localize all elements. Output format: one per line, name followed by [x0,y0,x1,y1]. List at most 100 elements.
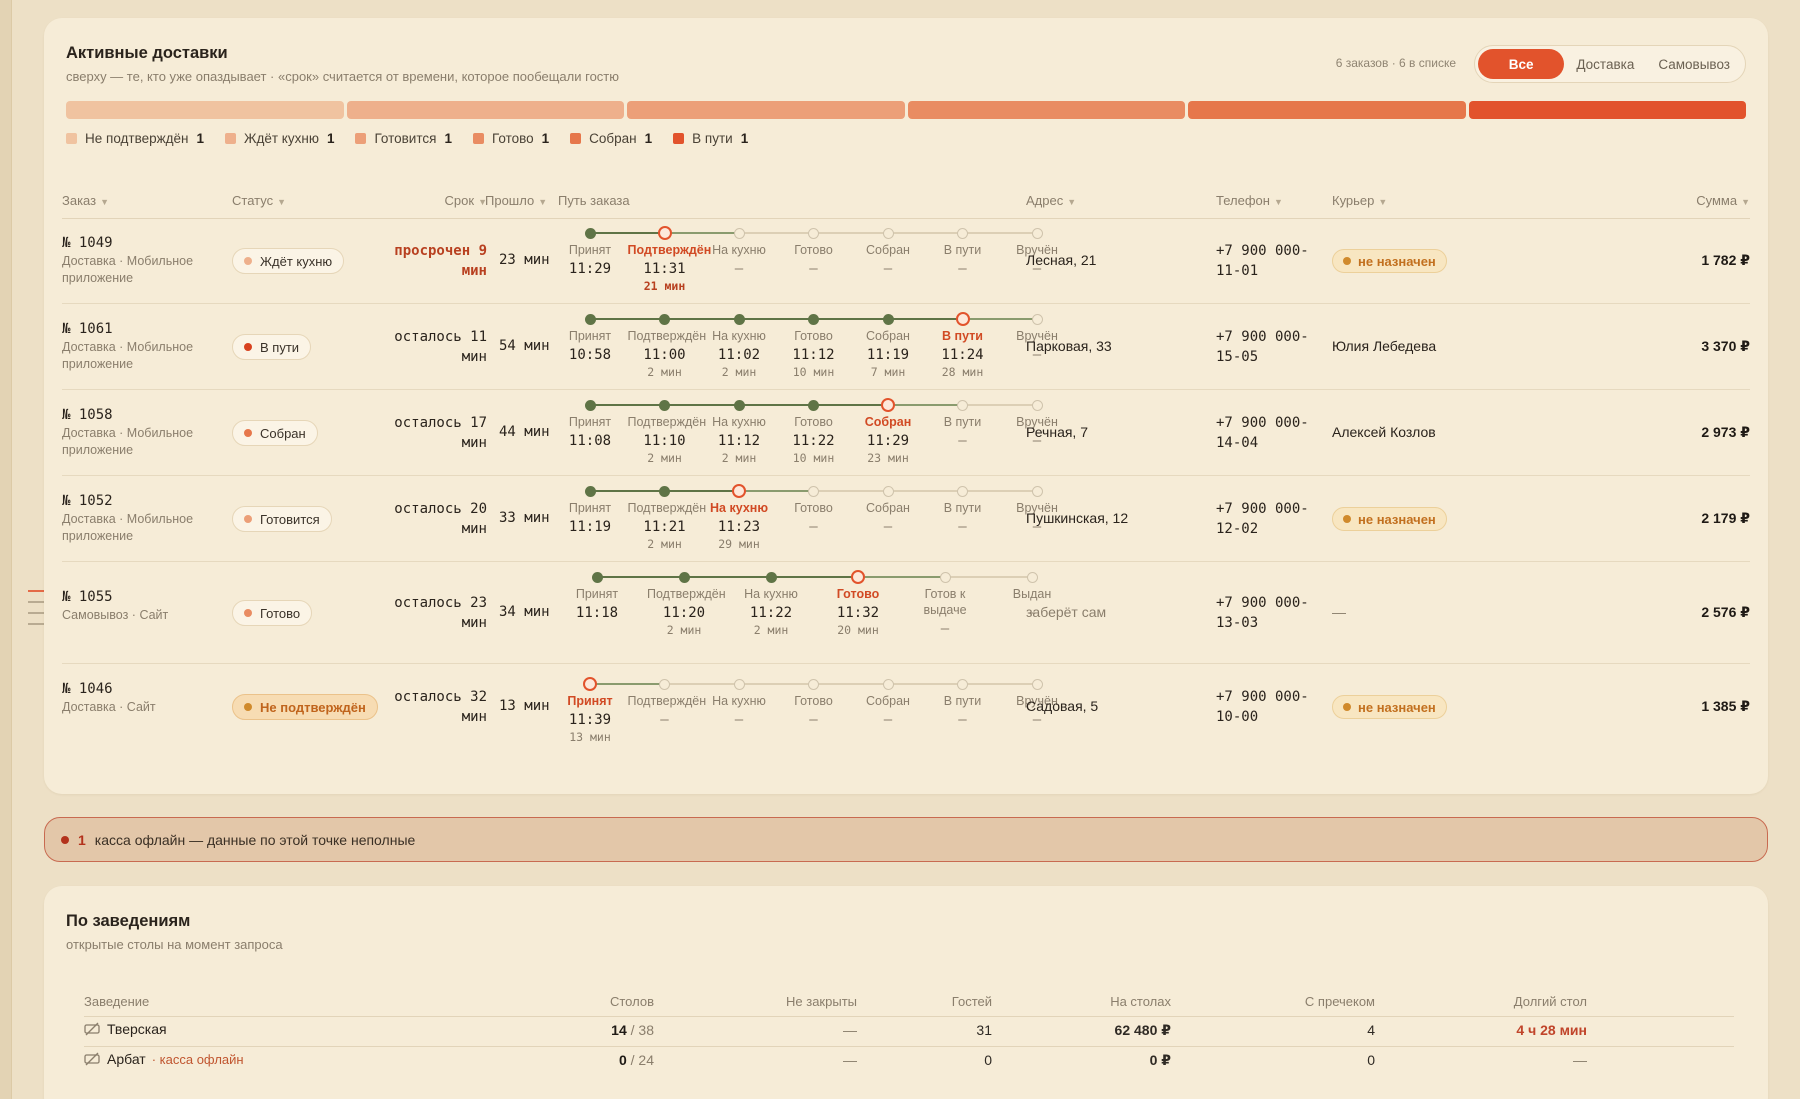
filter-pickup-button[interactable]: Самовывоз [1646,49,1742,79]
timeline-node[interactable] [1031,227,1043,239]
timeline-node[interactable] [733,399,745,411]
timeline-node[interactable] [957,678,968,690]
timeline-node[interactable] [584,485,596,497]
legend-count: 1 [740,131,749,146]
column-header[interactable]: Курьер ▼ [1332,193,1387,208]
timeline-node[interactable] [957,485,968,497]
order-row[interactable]: № 1052 Доставка · Мобильное приложение Гот… [62,476,1750,562]
timeline-node[interactable] [955,312,970,326]
timeline-node[interactable] [591,571,603,583]
phone[interactable]: +7 900 000-12-02 [1216,499,1326,539]
column-header[interactable]: Адрес ▼ [1026,193,1076,208]
legend-item[interactable]: Собран 1 [570,131,652,146]
timeline-node[interactable] [957,399,968,411]
timeline-node[interactable] [882,485,894,497]
timeline-node[interactable] [1031,485,1043,497]
order-number[interactable]: № 1049 [62,235,212,251]
timeline-step: Подтверждён 11:10 2 мин [628,414,707,466]
timeline-node[interactable] [808,227,819,239]
deadline: осталось 32 мин [394,689,487,725]
column-header[interactable]: Сумма ▼ [1696,193,1750,208]
order-number[interactable]: № 1061 [62,321,212,337]
timeline-node[interactable] [657,226,672,240]
timeline-node[interactable] [659,485,670,497]
order-row[interactable]: № 1058 Доставка · Мобильное приложение Соб… [62,390,1750,476]
timeline-node[interactable] [1031,399,1043,411]
venue-column-header[interactable]: С пречеком [1305,994,1375,1009]
timeline-node[interactable] [732,484,746,498]
courier-unassigned-badge[interactable]: не назначен [1332,695,1447,719]
filter-delivery-button[interactable]: Доставка [1564,49,1646,79]
venue-column-header[interactable]: Не закрыты [786,994,857,1009]
courier-unassigned-badge[interactable]: не назначен [1332,507,1447,531]
timeline-node[interactable] [733,313,745,325]
legend-item[interactable]: Ждёт кухню 1 [225,131,334,146]
legend-item[interactable]: Не подтверждён 1 [66,131,204,146]
column-header[interactable]: Путь заказа [558,193,630,208]
timeline-connector [858,576,945,578]
venue-column-header[interactable]: Заведение [84,994,149,1009]
timeline-node[interactable] [584,227,596,239]
timeline-node[interactable] [851,570,865,584]
phone[interactable]: +7 900 000-15-05 [1216,327,1326,367]
column-header[interactable]: Телефон ▼ [1216,193,1283,208]
order-row[interactable]: № 1049 Доставка · Мобильное приложение Ждё… [62,218,1750,304]
timeline-node[interactable] [808,399,819,411]
timeline-node[interactable] [733,678,745,690]
courier-label: не назначен [1358,699,1436,715]
legend-item[interactable]: Готовится 1 [355,131,452,146]
timeline-node[interactable] [659,313,670,325]
legend-swatch [225,133,237,144]
timeline-node[interactable] [881,398,895,412]
venue-column-header[interactable]: Гостей [952,994,992,1009]
timeline-node[interactable] [1026,571,1038,583]
order-number[interactable]: № 1052 [62,493,212,509]
column-header[interactable]: Срок ▼ [445,193,487,208]
timeline-node[interactable] [939,571,951,583]
timeline-node[interactable] [1031,313,1043,325]
timeline-node[interactable] [882,227,894,239]
timeline-node[interactable] [659,678,670,690]
timeline-node[interactable] [808,678,819,690]
order-row[interactable]: № 1046 Доставка · Сайт Не подтверждён остал… [62,664,1750,774]
timeline-node[interactable] [583,677,597,691]
active-deliveries-card: Активные доставки сверху — те, кто уже о… [44,18,1768,794]
column-label: Статус [232,193,274,208]
legend-item[interactable]: В пути 1 [673,131,748,146]
venue-row[interactable]: Тверская 14 / 38 — 31 62 480 ₽ 4 4 ч 28 мин [84,1021,1734,1051]
timeline-node[interactable] [733,227,745,239]
legend-swatch [673,133,685,144]
phone[interactable]: +7 900 000-13-03 [1216,593,1326,633]
timeline-node[interactable] [765,571,777,583]
order-row[interactable]: № 1055 Самовывоз · Сайт Готово осталось 23 … [62,562,1750,664]
timeline-node[interactable] [882,678,894,690]
column-header[interactable]: Заказ ▼ [62,193,109,208]
step-time: 11:19 [568,519,612,535]
order-number[interactable]: № 1058 [62,407,212,423]
phone[interactable]: +7 900 000-10-00 [1216,687,1326,727]
filter-all-button[interactable]: Все [1478,49,1565,79]
timeline-node[interactable] [584,399,596,411]
timeline-node[interactable] [584,313,596,325]
timeline-node[interactable] [678,571,690,583]
venue-row[interactable]: Арбат · касса офлайн 0 / 24 — 0 0 ₽ 0 — [84,1051,1734,1081]
timeline-node[interactable] [882,313,894,325]
phone[interactable]: +7 900 000-11-01 [1216,241,1326,281]
timeline-node[interactable] [957,227,968,239]
venue-column-header[interactable]: Столов [610,994,654,1009]
timeline-node[interactable] [1031,678,1043,690]
order-number[interactable]: № 1046 [62,681,212,697]
venue-column-header[interactable]: Долгий стол [1514,994,1587,1009]
order-row[interactable]: № 1061 Доставка · Мобильное приложение В п… [62,304,1750,390]
column-header[interactable]: Прошло ▼ [485,193,547,208]
phone[interactable]: +7 900 000-14-04 [1216,413,1326,453]
column-header[interactable]: Статус ▼ [232,193,286,208]
legend-item[interactable]: Готово 1 [472,131,549,146]
timeline-node[interactable] [808,313,819,325]
timeline-node[interactable] [659,399,670,411]
timeline-node[interactable] [808,485,819,497]
courier-unassigned-badge[interactable]: не назначен [1332,249,1447,273]
venue-column-header[interactable]: На столах [1110,994,1171,1009]
elapsed-time: 33 мин [499,510,550,526]
order-number[interactable]: № 1055 [62,589,212,605]
